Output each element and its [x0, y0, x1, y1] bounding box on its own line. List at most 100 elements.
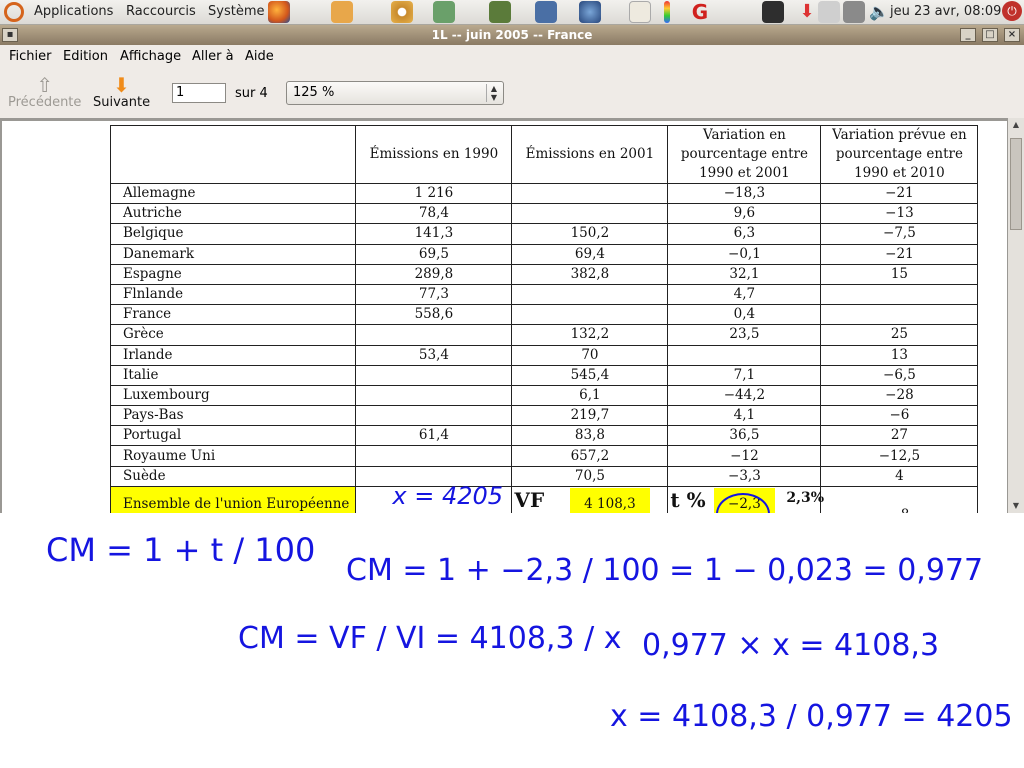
shortcuts-menu[interactable]: Raccourcis: [126, 4, 196, 19]
arrow-down-icon: ⬇: [113, 73, 130, 97]
eye-app-icon[interactable]: [391, 1, 413, 23]
previous-page-button[interactable]: ⇧ Précédente: [8, 75, 81, 110]
menu-view[interactable]: Affichage: [120, 49, 181, 64]
header-country: [109, 125, 357, 184]
maximize-button[interactable]: □: [982, 28, 998, 42]
menu-help[interactable]: Aide: [245, 49, 274, 64]
globe-icon[interactable]: [579, 1, 601, 23]
cell-emissions-2001: 657,2: [511, 445, 669, 467]
cell-variation-2010: −12,5: [820, 445, 979, 467]
scroll-thumb[interactable]: [1010, 138, 1022, 230]
total-2001-value: 4 108,3: [570, 488, 650, 513]
document-viewer[interactable]: Émissions en 1990 Émissions en 2001 Vari…: [0, 118, 1024, 513]
volume-icon[interactable]: 🔈: [868, 1, 890, 23]
cell-variation-2010: −13: [820, 203, 979, 224]
cell-country: Grèce: [109, 324, 357, 345]
total-var-2001: t % −2,3 2,3%: [667, 485, 824, 513]
cell-variation-2001: 36,5: [667, 425, 822, 446]
power-icon[interactable]: ⏻: [1002, 1, 1022, 21]
notepad-icon[interactable]: [629, 1, 651, 23]
scroll-up-icon[interactable]: ▲: [1008, 118, 1024, 132]
equation-x-result: x = 4108,3 / 0,977 = 4205: [610, 699, 1013, 734]
clock[interactable]: jeu 23 avr, 08:09: [890, 4, 1001, 19]
total-var-2001-value: −2,3: [714, 488, 775, 513]
cell-variation-2001: 7,1: [667, 365, 822, 386]
zoom-value: 125 %: [293, 85, 335, 100]
cell-emissions-1990: 1 216: [355, 183, 513, 204]
table-row: Autriche 78,4 9,6 −13: [109, 203, 979, 224]
firefox-icon[interactable]: [268, 1, 290, 23]
cell-emissions-2001: 150,2: [511, 223, 669, 245]
cell-variation-2010: 4: [820, 466, 979, 487]
arrow-up-icon: ⇧: [36, 73, 54, 97]
cell-country: Belgique: [109, 223, 357, 245]
total-1990: x = 4205: [355, 484, 513, 513]
next-page-button[interactable]: ⬇ Suivante: [93, 75, 150, 110]
ubuntu-logo-icon[interactable]: [4, 2, 24, 22]
terminal-icon[interactable]: [762, 1, 784, 23]
color-pencil-icon[interactable]: [664, 1, 670, 23]
table-row: Italie 545,4 7,1 −6,5: [109, 365, 979, 386]
cell-emissions-1990: [355, 445, 513, 467]
update-notifier-icon[interactable]: ⬇: [796, 1, 818, 23]
cell-variation-2010: −21: [820, 183, 979, 204]
table-row: Luxembourg 6,1 −44,2 −28: [109, 385, 979, 406]
cell-country: France: [109, 304, 357, 325]
table-row: Portugal 61,4 83,8 36,5 27: [109, 425, 979, 446]
total-row: Ensemble de l'union Européenne x = 4205 …: [109, 484, 979, 513]
header-variation-2001: Variation en pourcentage entre 1990 et 2…: [667, 125, 822, 184]
cell-country: Flnlande: [109, 284, 357, 305]
cell-country: Pays-Bas: [109, 405, 357, 426]
cell-variation-2001: −18,3: [667, 183, 822, 204]
cell-country: Luxembourg: [109, 385, 357, 406]
table-row: Belgique 141,3 150,2 6,3 −7,5: [109, 223, 979, 245]
menu-edit[interactable]: Edition: [63, 49, 108, 64]
cell-country: Espagne: [109, 264, 357, 285]
system-menu[interactable]: Système: [208, 4, 264, 19]
network-icon[interactable]: [843, 1, 865, 23]
cell-variation-2001: −0,1: [667, 244, 822, 265]
cell-emissions-1990: [355, 405, 513, 426]
cell-emissions-2001: 70,5: [511, 466, 669, 487]
cell-emissions-2001: 70: [511, 345, 669, 366]
page-number-input[interactable]: 1: [172, 83, 226, 103]
home-folder-icon[interactable]: [331, 1, 353, 23]
cell-country: Suède: [109, 466, 357, 487]
cell-country: Irlande: [109, 345, 357, 366]
cell-emissions-2001: 69,4: [511, 244, 669, 265]
applications-menu[interactable]: Applications: [34, 4, 113, 19]
cell-variation-2001: 4,7: [667, 284, 822, 305]
handwritten-vf: VF: [514, 487, 545, 512]
scroll-down-icon[interactable]: ▼: [1008, 499, 1024, 513]
cell-variation-2001: 4,1: [667, 405, 822, 426]
books-icon[interactable]: [489, 1, 511, 23]
minimize-button[interactable]: _: [960, 28, 976, 42]
g-app-icon[interactable]: G: [689, 1, 711, 23]
spin-arrows-icon[interactable]: ▲ ▼: [486, 84, 501, 102]
equation-product: 0,977 × x = 4108,3: [642, 628, 940, 663]
cell-country: Danemark: [109, 244, 357, 265]
cell-emissions-2001: [511, 203, 669, 224]
table-row: Grèce 132,2 23,5 25: [109, 324, 979, 345]
page-total-label: sur 4: [235, 86, 268, 101]
close-button[interactable]: ×: [1004, 28, 1020, 42]
cell-emissions-1990: 61,4: [355, 425, 513, 446]
window-titlebar[interactable]: ▪ 1L -- juin 2005 -- France _ □ ×: [0, 25, 1024, 45]
vertical-scrollbar[interactable]: ▲ ▼: [1008, 118, 1024, 513]
menu-go[interactable]: Aller à: [192, 49, 234, 64]
cell-country: Portugal: [109, 425, 357, 446]
handwritten-t-percent: t %: [670, 487, 706, 512]
menu-file[interactable]: Fichier: [9, 49, 52, 64]
previous-page-label: Précédente: [8, 95, 82, 110]
cell-country: Autriche: [109, 203, 357, 224]
table-header-row: Émissions en 1990 Émissions en 2001 Vari…: [109, 125, 979, 184]
printer-icon[interactable]: [818, 1, 840, 23]
cell-variation-2001: 32,1: [667, 264, 822, 285]
handwriting-area: CM = 1 + t / 100 CM = 1 + −2,3 / 100 = 1…: [0, 513, 1024, 768]
window-menu-icon[interactable]: ▪: [2, 28, 18, 42]
toolbar: ⇧ Précédente ⬇ Suivante 1 sur 4 125 % ▲ ▼: [0, 67, 1024, 119]
zoom-select[interactable]: 125 % ▲ ▼: [286, 81, 504, 105]
monitor-app-icon[interactable]: [433, 1, 455, 23]
calculator-icon[interactable]: [535, 1, 557, 23]
cell-variation-2010: [820, 284, 979, 305]
